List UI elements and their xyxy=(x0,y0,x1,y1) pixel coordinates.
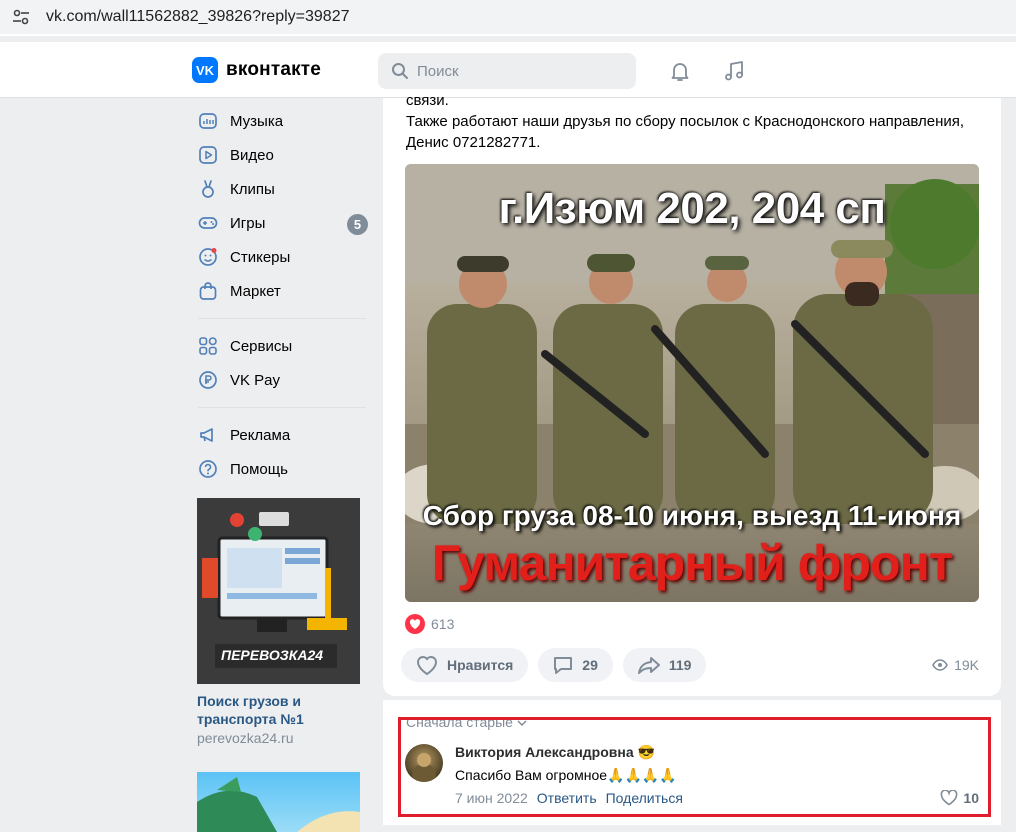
left-sidebar: Музыка Видео Клипы Игры 5 Стикеры Маркет… xyxy=(192,104,372,832)
sidebar-divider xyxy=(198,407,366,408)
help-icon xyxy=(199,460,217,478)
sidebar-label: Стикеры xyxy=(230,248,291,266)
reaction-count: 613 xyxy=(431,616,455,632)
share-count: 119 xyxy=(668,657,692,673)
video-icon xyxy=(199,146,217,164)
share-button[interactable]: 119 xyxy=(622,648,707,682)
reply-button[interactable]: Ответить xyxy=(537,790,597,806)
sidebar-item-market[interactable]: Маркет xyxy=(192,274,372,308)
sidebar-label: Игры xyxy=(230,214,266,232)
comments-section: Сначала старые Виктория Александровна 😎 … xyxy=(383,700,1001,825)
views-counter: 19K xyxy=(932,657,979,673)
like-button[interactable]: Нравится xyxy=(401,648,529,682)
image-headline-text: г.Изюм 202, 204 сп xyxy=(498,184,886,233)
sidebar-label: Музыка xyxy=(230,112,284,130)
heart-icon xyxy=(941,790,958,806)
sidebar-label: Сервисы xyxy=(230,337,293,355)
post-text-line: Денис 0721282771. xyxy=(406,134,541,151)
vkpay-icon xyxy=(199,371,217,389)
comment-like-count: 10 xyxy=(963,790,979,806)
sidebar-item-music[interactable]: Музыка xyxy=(192,104,372,138)
post-text-line: Также работают наши друзья по сбору посы… xyxy=(406,113,965,130)
comment-count: 29 xyxy=(582,657,598,673)
ad-brand-text: ПЕРЕВОЗКА24 xyxy=(221,647,324,663)
url-text[interactable]: vk.com/wall11562882_39826?reply=39827 xyxy=(46,8,349,26)
browser-bar: vk.com/wall11562882_39826?reply=39827 xyxy=(0,0,1016,36)
sidebar-item-help[interactable]: Помощь xyxy=(192,452,372,486)
sidebar-item-stickers[interactable]: Стикеры xyxy=(192,240,372,274)
sidebar-item-video[interactable]: Видео xyxy=(192,138,372,172)
heart-reaction-icon xyxy=(405,614,425,634)
search-box[interactable] xyxy=(378,53,636,89)
vk-logo-badge: VK xyxy=(192,57,218,83)
ad-title[interactable]: Поиск грузов и транспорта №1 xyxy=(197,692,357,728)
stickers-icon xyxy=(199,248,217,266)
ad-domain[interactable]: perevozka24.ru xyxy=(197,730,372,746)
sidebar-ad[interactable]: ПЕРЕВОЗКА24 Поиск грузов и транспорта №1… xyxy=(197,498,372,832)
sidebar-label: Маркет xyxy=(230,282,281,300)
avatar[interactable] xyxy=(405,744,443,782)
search-input[interactable] xyxy=(417,62,617,80)
music-icon xyxy=(199,113,217,129)
like-label: Нравится xyxy=(447,657,514,673)
comment-like-button[interactable]: 10 xyxy=(940,790,979,806)
sidebar-label: Реклама xyxy=(230,426,291,444)
post-actions: Нравится 29 119 xyxy=(401,648,716,682)
vk-logo[interactable]: VK вконтакте xyxy=(192,57,321,83)
sidebar-item-ads[interactable]: Реклама xyxy=(192,418,372,452)
comment-text: Спасибо Вам огромное🙏🙏🙏🙏 xyxy=(455,767,677,783)
post-text-line: связи. xyxy=(406,92,449,109)
comment-author[interactable]: Виктория Александровна 😎 xyxy=(455,744,655,761)
image-subline-text: Сбор груза 08-10 июня, выезд 11-июня xyxy=(422,500,962,531)
post-image[interactable]: г.Изюм 202, 204 сп Сбор груза 08-10 июня… xyxy=(405,164,979,602)
site-settings-icon[interactable] xyxy=(10,6,32,28)
sidebar-divider xyxy=(198,318,366,319)
games-icon xyxy=(198,217,218,229)
comment-meta: 7 июн 2022 Ответить Поделиться xyxy=(455,790,692,806)
clips-icon xyxy=(202,180,214,198)
address-bar[interactable]: vk.com/wall11562882_39826?reply=39827 xyxy=(0,0,1016,34)
sidebar-label: VK Pay xyxy=(230,371,281,389)
sidebar-label: Клипы xyxy=(230,180,275,198)
ads-icon xyxy=(200,428,213,442)
share-comment-button[interactable]: Поделиться xyxy=(606,790,683,806)
sidebar-item-services[interactable]: Сервисы xyxy=(192,329,372,363)
post-text: связи. Также работают наши друзья по сбо… xyxy=(406,90,986,153)
sidebar-label: Помощь xyxy=(230,460,288,478)
bell-icon[interactable] xyxy=(668,59,692,83)
views-count: 19K xyxy=(954,657,979,673)
market-icon xyxy=(199,282,217,300)
eye-icon xyxy=(932,659,948,671)
ad-image[interactable]: ПЕРЕВОЗКА24 xyxy=(197,498,360,684)
post-card: связи. Также работают наши друзья по сбо… xyxy=(383,92,1001,696)
sidebar-item-games[interactable]: Игры 5 xyxy=(192,206,372,240)
sidebar-item-vkpay[interactable]: VK Pay xyxy=(192,363,372,397)
sidebar-label: Видео xyxy=(230,146,274,164)
comment-button[interactable]: 29 xyxy=(538,648,613,682)
services-icon xyxy=(199,337,217,355)
sidebar-item-clips[interactable]: Клипы xyxy=(192,172,372,206)
vk-logo-text: вконтакте xyxy=(226,59,322,80)
search-icon xyxy=(392,63,408,79)
comment-date[interactable]: 7 июн 2022 xyxy=(455,790,528,806)
reactions-summary[interactable]: 613 xyxy=(405,614,454,634)
ad-image-second[interactable] xyxy=(197,772,360,832)
music-note-icon[interactable] xyxy=(722,59,746,83)
heart-icon xyxy=(416,656,438,676)
comment-icon xyxy=(554,657,573,674)
share-icon xyxy=(637,657,660,674)
image-banner-text: Гуманитарный фронт xyxy=(431,535,954,591)
games-count-badge: 5 xyxy=(347,214,368,235)
